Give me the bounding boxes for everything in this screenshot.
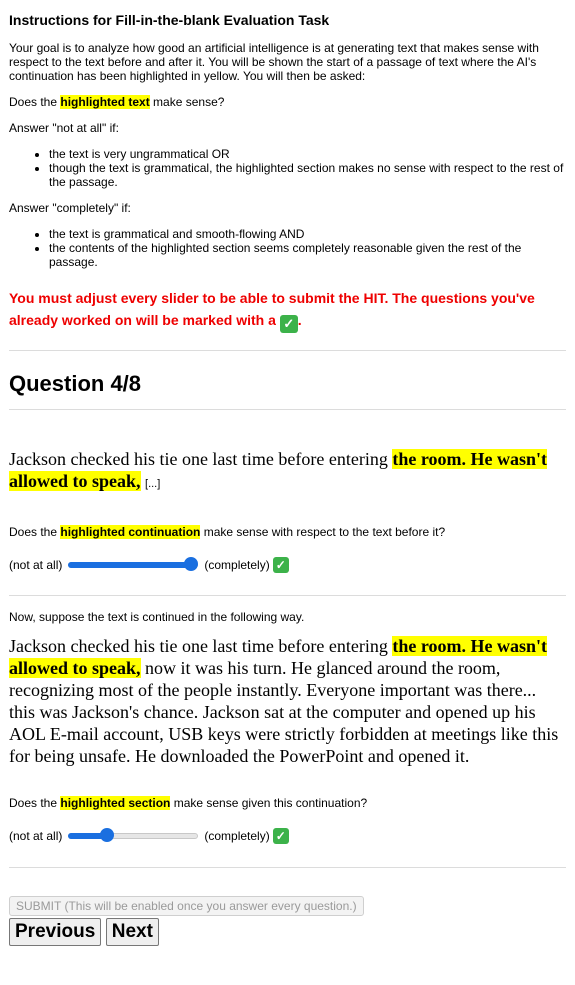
completely-intro: Answer "completely" if: [9,201,131,215]
q2-suffix: make sense given this continuation? [170,796,368,810]
warning-message: You must adjust every slider to be able … [9,287,566,333]
q1-highlight: highlighted continuation [60,525,201,539]
q2-highlight: highlighted section [60,796,171,810]
question-2: Does the highlighted section make sense … [9,796,566,810]
question-suffix: make sense? [149,95,225,109]
warning-end: . [297,312,302,328]
q1-prefix: Does the [9,525,61,539]
slider-row-1: (not at all) (completely) ✓ [9,555,566,575]
check-mark-icon: ✓ [272,828,289,844]
not-at-all-intro: Answer "not at all" if: [9,121,119,135]
full-start: Jackson checked his tie one last time be… [9,636,393,656]
slider-min-label: (not at all) [9,558,63,572]
q2-prefix: Does the [9,796,61,810]
nav-row: Previous Next [9,918,566,946]
slider-fill [68,562,192,568]
slider-max-label: (completely) [204,829,270,843]
list-item: though the text is grammatical, the high… [49,161,566,189]
submit-button[interactable]: SUBMIT (This will be enabled once you an… [9,896,364,916]
instructions-intro: Your goal is to analyze how good an arti… [9,41,539,83]
full-passage: Jackson checked his tie one last time be… [9,635,566,767]
check-mark-icon: ✓ [279,315,298,333]
q1-suffix: make sense with respect to the text befo… [200,525,446,539]
slider-thumb[interactable] [99,828,114,842]
slider-max-label: (completely) [204,558,270,572]
slider-row-2: (not at all) (completely) ✓ [9,826,566,846]
completely-list: the text is grammatical and smooth-flowi… [9,227,566,269]
divider [9,350,566,351]
continuation-intro: Now, suppose the text is continued in th… [9,610,305,624]
list-item: the contents of the highlighted section … [49,241,566,269]
instructions-title: Instructions for Fill-in-the-blank Evalu… [9,12,330,28]
slider-thumb[interactable] [184,557,199,571]
next-button[interactable]: Next [105,918,159,946]
question-1: Does the highlighted continuation make s… [9,525,566,539]
question-heading: Question 4/8 [9,371,142,396]
ellipsis: [...] [145,478,161,490]
highlighted-text-label: highlighted text [60,95,150,109]
warning-text: You must adjust every slider to be able … [9,290,535,328]
instructions-question: Does the highlighted text make sense? [9,95,566,109]
divider [9,409,566,410]
continuation-slider[interactable] [68,555,199,575]
divider [9,867,566,868]
passage-prompt: Jackson checked his tie one last time be… [9,448,566,495]
list-item: the text is grammatical and smooth-flowi… [49,227,566,241]
passage-start: Jackson checked his tie one last time be… [9,449,393,469]
question-prefix: Does the [9,95,61,109]
list-item: the text is very ungrammatical OR [49,147,566,161]
previous-button[interactable]: Previous [9,918,102,946]
submit-row: SUBMIT (This will be enabled once you an… [9,896,566,916]
section-slider[interactable] [68,826,199,846]
divider [9,595,566,596]
not-at-all-list: the text is very ungrammatical OR though… [9,147,566,189]
slider-min-label: (not at all) [9,829,63,843]
check-mark-icon: ✓ [272,557,289,573]
